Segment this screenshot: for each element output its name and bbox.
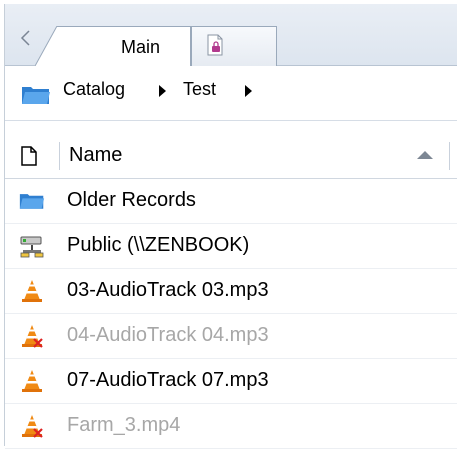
list-item[interactable]: 07-AudioTrack 07.mp3: [5, 359, 457, 404]
network-drive-icon: [20, 236, 44, 258]
file-name: Public (\\ZENBOOK): [67, 234, 250, 256]
vlc-cone-offline-icon: [22, 325, 43, 348]
file-name: Older Records: [67, 189, 196, 211]
list-item[interactable]: Public (\\ZENBOOK): [5, 224, 457, 269]
tab-strip: Main: [5, 4, 457, 66]
file-name: 04-AudioTrack 04.mp3: [67, 324, 269, 346]
vlc-cone-icon: [22, 370, 42, 392]
column-header: Name: [5, 134, 457, 179]
folder-icon: [19, 194, 45, 209]
sort-ascending-icon: [417, 151, 433, 159]
vlc-cone-offline-icon: [22, 415, 43, 438]
tab-main[interactable]: Main: [57, 26, 191, 66]
file-name: 07-AudioTrack 07.mp3: [67, 369, 269, 391]
scroll-tabs-left-icon[interactable]: [19, 30, 31, 46]
vlc-cone-icon: [22, 280, 42, 302]
file-browser-window: Main Catalog Test Name Older Records Pub…: [4, 4, 457, 449]
column-divider[interactable]: [59, 142, 60, 170]
list-item[interactable]: 03-AudioTrack 03.mp3: [5, 269, 457, 314]
file-type-column-icon[interactable]: [21, 146, 37, 166]
breadcrumb-item-test[interactable]: Test: [183, 79, 216, 100]
tab-document[interactable]: [191, 26, 277, 66]
list-item[interactable]: Older Records: [5, 179, 457, 224]
list-item[interactable]: Farm_3.mp4: [5, 404, 457, 449]
column-divider[interactable]: [449, 142, 450, 170]
list-item[interactable]: 04-AudioTrack 04.mp3: [5, 314, 457, 359]
name-column-header[interactable]: Name: [69, 144, 122, 167]
file-list: Older Records Public (\\ZENBOOK) 03-Audi…: [5, 179, 457, 449]
tab-main-label: Main: [121, 37, 161, 57]
file-name: Farm_3.mp4: [67, 414, 181, 436]
breadcrumb-chevron-icon[interactable]: [245, 85, 252, 97]
document-lock-icon: [207, 34, 223, 56]
file-name: 03-AudioTrack 03.mp3: [67, 279, 269, 301]
folder-icon: [22, 87, 50, 104]
breadcrumb: Catalog Test: [5, 68, 457, 121]
breadcrumb-chevron-icon[interactable]: [159, 85, 166, 97]
breadcrumb-item-catalog[interactable]: Catalog: [63, 79, 125, 100]
